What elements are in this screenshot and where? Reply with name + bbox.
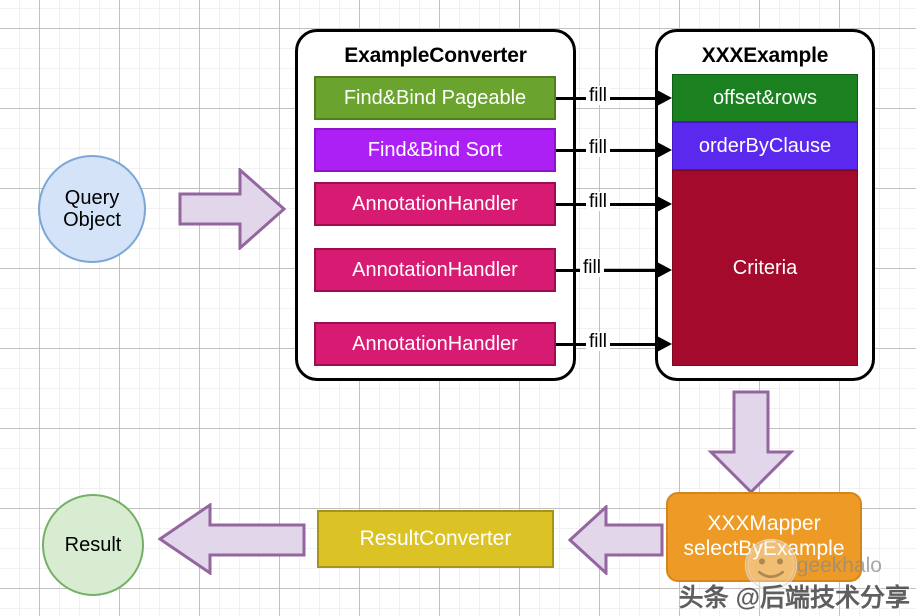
result-converter-label: ResultConverter (359, 527, 512, 550)
arrow-right-icon-connector-1 (657, 90, 672, 106)
watermark-logo-text: geekhalo (796, 554, 882, 577)
example-field-label: orderByClause (698, 134, 832, 157)
converter-step-find-bind-sort[interactable]: Find&Bind Sort (314, 128, 556, 172)
xxx-mapper-label-line1: XXXMapper (707, 512, 821, 536)
converter-step-annotation-handler-2[interactable]: AnnotationHandler (314, 248, 556, 292)
query-object-label-line1: Query (64, 186, 120, 209)
connector-line-4 (556, 269, 666, 272)
connector-line-5 (556, 343, 666, 346)
connector-label-2: fill (586, 138, 610, 157)
connector-line-1 (556, 97, 666, 100)
example-field-offset-rows[interactable]: offset&rows (672, 74, 858, 122)
result-node[interactable]: Result (42, 494, 144, 596)
result-label: Result (64, 533, 122, 556)
connector-line-2 (556, 149, 666, 152)
converter-step-label: AnnotationHandler (352, 332, 518, 355)
example-field-criteria[interactable]: Criteria (672, 170, 858, 366)
connector-label-3: fill (586, 192, 610, 211)
converter-step-label: AnnotationHandler (352, 258, 518, 281)
converter-step-annotation-handler-3[interactable]: AnnotationHandler (314, 322, 556, 366)
result-converter-node[interactable]: ResultConverter (317, 510, 554, 568)
arrow-left-icon-mapper-to-resultconverter (568, 505, 664, 575)
xxx-example-title: XXXExample (701, 44, 829, 67)
arrow-down-icon-example-to-mapper (707, 390, 795, 495)
connector-line-3 (556, 203, 666, 206)
converter-step-label: AnnotationHandler (352, 192, 518, 215)
connector-label-5: fill (586, 332, 610, 351)
query-object-node[interactable]: Query Object (38, 155, 146, 263)
connector-label-1: fill (586, 86, 610, 105)
diagram-canvas: Query Object ExampleConverter Find&Bind … (0, 0, 916, 616)
arrow-left-icon-resultconverter-to-result (158, 503, 306, 575)
arrow-right-icon-connector-5 (657, 336, 672, 352)
converter-step-find-bind-pageable[interactable]: Find&Bind Pageable (314, 76, 556, 120)
watermark: 头条 @后端技术分享 (679, 578, 910, 614)
connector-label-4: fill (580, 258, 604, 277)
converter-step-label: Find&Bind Sort (367, 138, 503, 161)
arrow-right-icon-query-to-converter (178, 168, 286, 250)
example-field-order-by-clause[interactable]: orderByClause (672, 122, 858, 170)
converter-step-annotation-handler-1[interactable]: AnnotationHandler (314, 182, 556, 226)
arrow-right-icon-connector-2 (657, 142, 672, 158)
arrow-right-icon-connector-4 (657, 262, 672, 278)
example-converter-title: ExampleConverter (344, 44, 527, 67)
watermark-text: 头条 @后端技术分享 (678, 584, 910, 612)
example-field-label: Criteria (732, 256, 798, 279)
converter-step-label: Find&Bind Pageable (343, 86, 527, 109)
example-field-label: offset&rows (712, 86, 818, 109)
arrow-right-icon-connector-3 (657, 196, 672, 212)
query-object-label-line2: Object (63, 209, 121, 231)
